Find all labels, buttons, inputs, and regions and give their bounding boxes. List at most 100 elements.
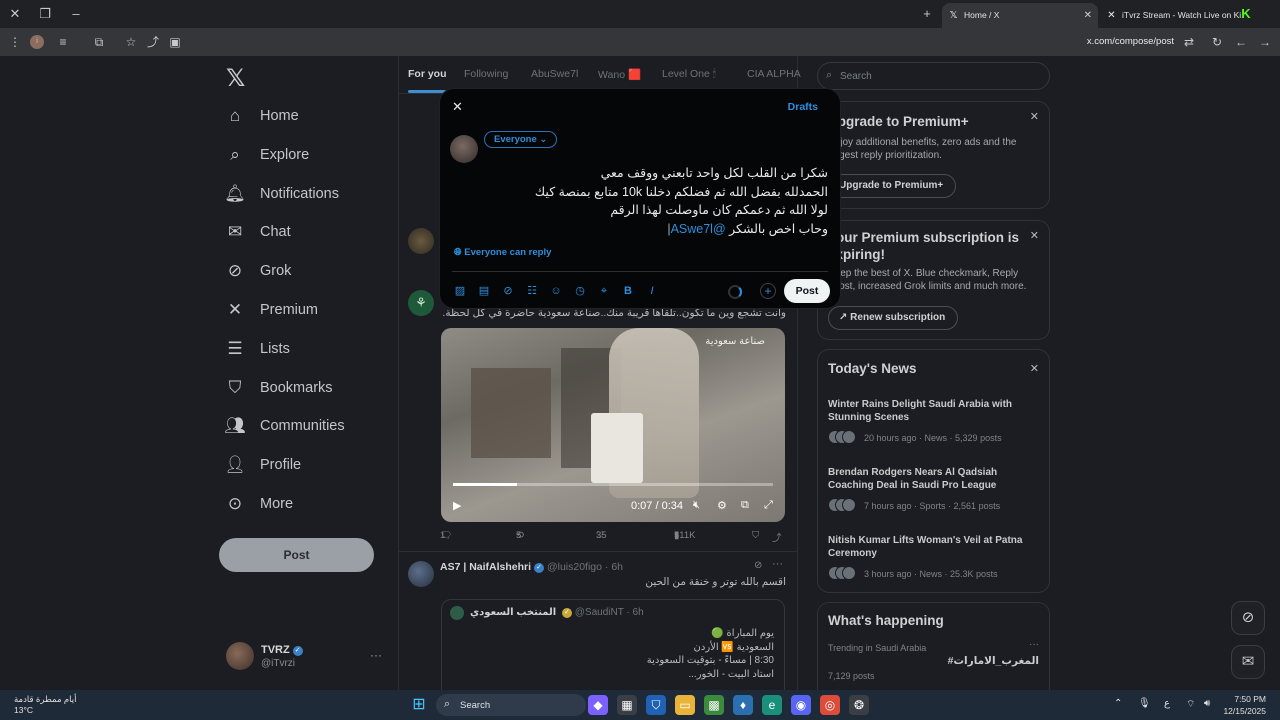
sidebar-item-more[interactable]: ⊙ More	[224, 489, 293, 519]
volume-icon[interactable]: 🔊︎	[1204, 698, 1210, 709]
vpn-icon[interactable]: ♦	[733, 695, 753, 715]
grok-icon[interactable]: ⊘	[500, 283, 516, 299]
schedule-icon[interactable]: ◷	[572, 283, 588, 299]
add-post-icon[interactable]: +	[760, 283, 776, 299]
file-explorer-icon[interactable]: ▭	[675, 695, 695, 715]
windows-start-icon[interactable]: ⊞	[409, 695, 429, 715]
close-icon[interactable]: ✕	[1030, 110, 1039, 123]
upgrade-premium-button[interactable]: Upgrade to Premium+	[828, 174, 957, 198]
sidebar-item-chat[interactable]: ✉ Chat	[224, 217, 291, 247]
sidebar-item-explore[interactable]: ⌕ Explore	[224, 140, 309, 170]
sidebar-item-lists[interactable]: ☰ Lists	[224, 334, 289, 364]
news-headline[interactable]: Nitish Kumar Lifts Woman's Veil at Patna…	[828, 534, 1043, 560]
reload-icon[interactable]: ↻	[1208, 33, 1226, 51]
palm-logo-icon[interactable]: ⚘	[408, 290, 434, 316]
tab-wano[interactable]: Wano 🟥	[598, 68, 641, 81]
tab-for-you[interactable]: For you	[408, 68, 447, 80]
video-progress-bar[interactable]	[453, 483, 773, 486]
sidebar-item-communities[interactable]: 👥︎ Communities	[224, 411, 344, 441]
bookmark-star-icon[interactable]: ☆	[122, 33, 140, 51]
poll-icon[interactable]: ☷	[524, 283, 540, 299]
bookmark-icon[interactable]: ⛉	[752, 530, 759, 541]
tab-cia-alpha[interactable]: CIA ALPHA	[747, 68, 801, 80]
bold-icon[interactable]: B	[620, 283, 636, 299]
store-icon[interactable]: ▦	[617, 695, 637, 715]
sidebar-item-home[interactable]: ⌂ Home	[224, 101, 299, 131]
settings-gear-icon[interactable]: ⚙	[717, 499, 727, 512]
weather-widget[interactable]: أيام ممطرة قادمة 13°C	[14, 694, 76, 716]
tab-following[interactable]: Following	[464, 68, 508, 80]
play-icon[interactable]: ▶	[453, 499, 461, 512]
microphone-icon[interactable]: 🎙︎	[1138, 698, 1151, 709]
sidebar-item-bookmarks[interactable]: ⛉ Bookmarks	[224, 373, 333, 403]
close-icon[interactable]: ✕	[1030, 362, 1039, 375]
chrome-icon[interactable]: ◎	[820, 695, 840, 715]
language-icon[interactable]: ع	[1164, 698, 1170, 709]
mute-icon[interactable]: 🔇︎	[693, 499, 700, 512]
share-icon[interactable]: ⤴	[772, 530, 782, 544]
account-switcher[interactable]: TVRZ ✓ @iTvrzi ···	[226, 642, 386, 672]
forward-icon[interactable]: ←	[1232, 33, 1250, 51]
media-icon[interactable]: ▨	[452, 283, 468, 299]
window-close-icon[interactable]: ✕	[5, 4, 25, 24]
menu-dots-icon[interactable]: ⋮	[6, 33, 24, 51]
chevron-up-icon[interactable]: ⌃	[1114, 698, 1122, 709]
window-restore-icon[interactable]: ❐	[35, 4, 55, 24]
close-icon[interactable]: ✕	[452, 99, 463, 115]
taskbar-clock[interactable]: 7:50 PM 12/15/2025	[1223, 693, 1266, 717]
new-tab-icon[interactable]: +	[917, 4, 937, 24]
media-control-icon[interactable]: ≡	[54, 33, 72, 51]
news-headline[interactable]: Winter Rains Delight Saudi Arabia with S…	[828, 398, 1043, 424]
defender-icon[interactable]: ⛉	[646, 695, 666, 715]
avatar[interactable]	[408, 228, 434, 254]
share-icon[interactable]: ⤴	[144, 33, 162, 51]
quoted-tweet[interactable]: المنتخب السعودي ✓ @SaudiNT · 6h يوم المب…	[441, 599, 785, 690]
compose-textarea[interactable]: شكرا من القلب لكل واحد تابعني ووقف معي ا…	[498, 164, 828, 238]
location-icon[interactable]: ⌖	[596, 283, 612, 299]
extensions-icon[interactable]: ⧉	[90, 33, 108, 51]
copilot-icon[interactable]: ◆	[588, 695, 608, 715]
back-icon[interactable]: →	[1256, 33, 1274, 51]
avatar[interactable]	[408, 561, 434, 587]
minecraft-icon[interactable]: ▩	[704, 695, 724, 715]
tab-abuswe7l[interactable]: AbuSwe7l	[531, 68, 578, 80]
pip-icon[interactable]: ⧉	[741, 499, 749, 512]
tab-kick-stream[interactable]: ✕ iTvrz Stream - Watch Live on Ki	[1100, 3, 1250, 28]
search-input[interactable]: ⌕ Search	[817, 62, 1050, 90]
more-dots-icon[interactable]: ···	[370, 648, 382, 662]
fullscreen-icon[interactable]: ⤢	[764, 499, 773, 512]
grok-icon[interactable]: ⊘	[1231, 601, 1265, 635]
close-icon[interactable]: ✕	[1106, 10, 1117, 21]
news-headline[interactable]: Brendan Rodgers Nears Al Qadsiah Coachin…	[828, 466, 1043, 492]
taskbar-search[interactable]: ⌕ Search	[436, 694, 586, 716]
discord-icon[interactable]: ◉	[791, 695, 811, 715]
sidebar-item-grok[interactable]: ⊘ Grok	[224, 256, 292, 286]
audience-selector[interactable]: Everyone ⌄	[484, 131, 558, 148]
gif-icon[interactable]: ▤	[476, 283, 492, 299]
more-dots-icon[interactable]: ···	[772, 558, 783, 570]
emoji-icon[interactable]: ☺	[548, 283, 564, 299]
sidebar-item-notifications[interactable]: 🔔︎ Notifications	[224, 179, 339, 209]
renew-subscription-button[interactable]: ↗ Renew subscription	[828, 306, 959, 330]
messages-icon[interactable]: ✉	[1231, 645, 1265, 679]
drafts-button[interactable]: Drafts	[788, 101, 818, 113]
profile-avatar-icon[interactable]: i	[30, 35, 44, 49]
italic-icon[interactable]: I	[644, 283, 660, 299]
sidebar-post-button[interactable]: Post	[219, 538, 374, 572]
address-bar-url[interactable]: x.com/compose/post	[1087, 36, 1174, 47]
window-minimize-icon[interactable]: –	[66, 4, 86, 24]
tab-level-one[interactable]: Level One 🕯	[662, 68, 716, 81]
sidebar-item-premium[interactable]: ✕ Premium	[224, 295, 318, 325]
close-icon[interactable]: ✕	[1030, 229, 1039, 242]
app-icon[interactable]: ❂	[849, 695, 869, 715]
edge-icon[interactable]: e	[762, 695, 782, 715]
reply-settings-button[interactable]: 🌐︎ Everyone can reply	[454, 247, 551, 258]
install-app-icon[interactable]: ▣	[166, 33, 184, 51]
tab-close-icon[interactable]: ✕	[1084, 3, 1092, 28]
tab-home-x[interactable]: 𝕏 Home / X ✕	[942, 3, 1098, 28]
site-settings-icon[interactable]: ⇄	[1180, 33, 1198, 51]
video-player[interactable]: صناعة سعودية ▶ 0:07 / 0:34 🔇︎ ⚙ ⧉ ⤢	[441, 328, 785, 522]
compose-post-button[interactable]: Post	[784, 279, 830, 303]
grok-icon[interactable]: ⊘	[754, 560, 762, 571]
x-logo-icon[interactable]: 𝕏	[226, 64, 245, 93]
